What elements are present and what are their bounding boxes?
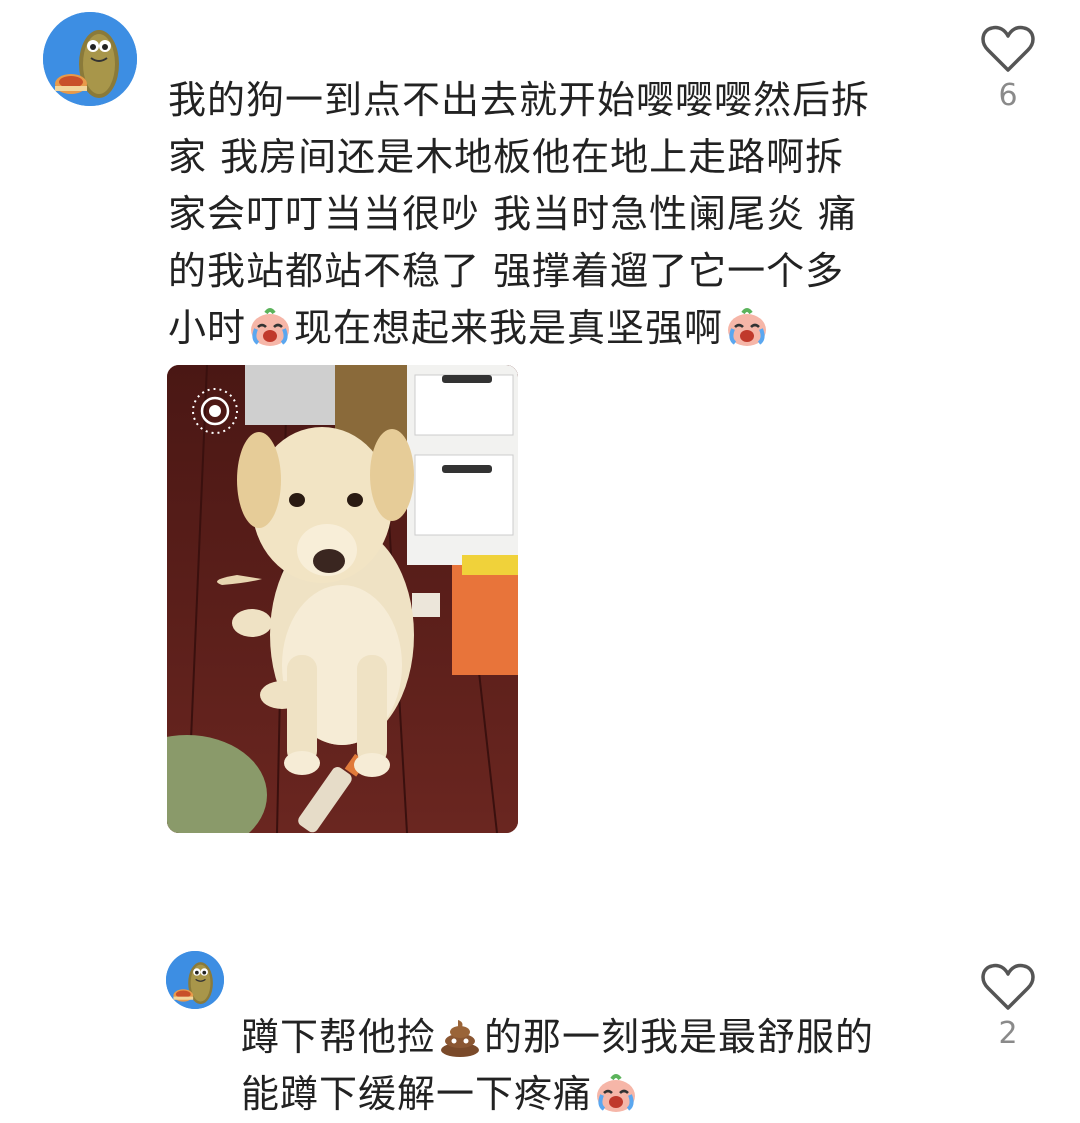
comment-text: 我的狗一到点不出去就开始嘤嘤嘤然后拆 家 我房间还是木地板他在地上走路啊拆 家会… xyxy=(168,72,870,357)
comment-line: 家 我房间还是木地板他在地上走路啊拆 xyxy=(168,135,845,179)
crying-face-emoji xyxy=(594,1071,638,1115)
like-button[interactable]: 6 xyxy=(978,24,1038,113)
comment-line: 我的狗一到点不出去就开始嘤嘤嘤然后拆 xyxy=(168,78,871,122)
avatar[interactable] xyxy=(166,951,224,1009)
like-button[interactable]: 2 xyxy=(978,962,1038,1051)
heart-outline-icon[interactable] xyxy=(980,24,1036,74)
like-count: 2 xyxy=(998,1016,1018,1051)
comment-photo[interactable] xyxy=(167,365,518,833)
comment-text-segment: 能蹲下缓解一下疼痛 xyxy=(241,1072,593,1116)
comment-line: 能蹲下缓解一下疼痛 xyxy=(241,1066,874,1123)
comment-text-segment: 的那一刻我是最舒服的 xyxy=(484,1015,875,1059)
comment-line: 蹲下帮他捡 的那一刻我是最舒服的 xyxy=(241,1009,874,1066)
comment-line: 小时 现在想起来我是真坚强啊 xyxy=(168,300,870,357)
poop-emoji xyxy=(438,1014,482,1058)
comment-line: 家会叮叮当当很吵 我当时急性阑尾炎 痛 xyxy=(168,192,858,236)
crying-face-emoji xyxy=(248,305,292,349)
avatar[interactable] xyxy=(43,12,137,106)
reply-text: 蹲下帮他捡 的那一刻我是最舒服的 能蹲下缓解一下疼痛 xyxy=(241,1009,874,1123)
comment-text-segment: 现在想起来我是真坚强啊 xyxy=(294,306,724,350)
comment-line: 的我站都站不稳了 强撑着遛了它一个多 xyxy=(168,249,845,293)
like-count: 6 xyxy=(998,78,1018,113)
comment-text-segment: 蹲下帮他捡 xyxy=(241,1015,437,1059)
heart-outline-icon[interactable] xyxy=(980,962,1036,1012)
comment-text-segment: 小时 xyxy=(168,306,247,350)
crying-face-emoji xyxy=(725,305,769,349)
